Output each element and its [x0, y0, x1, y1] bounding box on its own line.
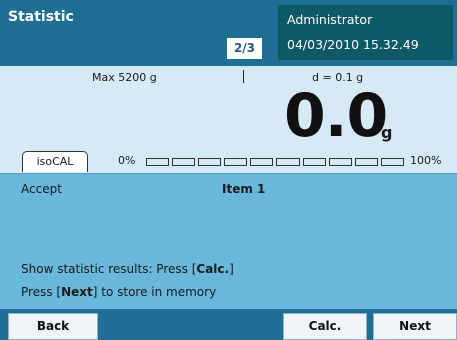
item-label: Item 1 [222, 182, 266, 196]
max-capacity: Max 5200 g [92, 71, 157, 84]
info-panel: Accept Item 1 Show statistic results: Pr… [0, 173, 457, 309]
msg1-prefix: Show statistic results: Press [ [21, 262, 197, 276]
date-time: 04/03/2010 15.32.49 [287, 37, 419, 52]
next-button[interactable]: Next [373, 313, 457, 340]
progress-min-label: 0% [118, 154, 136, 167]
back-button[interactable]: Back [8, 313, 98, 340]
msg1-key: Calc. [196, 262, 230, 276]
header-bar: Statistic 2/3 Administrator 04/03/2010 1… [0, 0, 457, 66]
capacity-bar-segment [380, 158, 404, 166]
capacity-bar-segment [172, 158, 196, 166]
calc-button[interactable]: Calc. [283, 313, 367, 340]
weight-value: 0.0 [284, 81, 388, 151]
instruction-line-1: Show statistic results: Press [Calc.] [21, 262, 234, 276]
capacity-bar-segment [198, 158, 222, 166]
instruction-line-2: Press [Next] to store in memory [21, 285, 216, 299]
capacity-bar-segment [146, 158, 170, 166]
capacity-bar-segment [276, 158, 300, 166]
capacity-bar-segment [328, 158, 352, 166]
capacity-bar-segment [354, 158, 378, 166]
weight-unit: g [381, 123, 393, 142]
progress-max-label: 100% [410, 154, 442, 167]
user-name: Administrator [287, 12, 373, 27]
softkey-bar: Back Calc. Next [0, 309, 457, 340]
user-info-box: Administrator 04/03/2010 15.32.49 [278, 5, 453, 60]
capacity-bar [146, 158, 404, 166]
page-title: Statistic [8, 9, 74, 25]
msg2-suffix: ] to store in memory [92, 285, 217, 299]
msg2-key: Next [61, 285, 93, 299]
isocal-tab[interactable]: isoCAL [22, 151, 88, 172]
msg2-prefix: Press [ [21, 285, 62, 299]
capacity-bar-segment [302, 158, 326, 166]
msg1-suffix: ] [229, 262, 234, 276]
weight-display: Max 5200 g d = 0.1 g 0.0 g isoCAL 0% 100… [0, 66, 457, 173]
capacity-bar-segment [250, 158, 274, 166]
accept-label: Accept [21, 182, 62, 196]
divider [243, 70, 244, 83]
capacity-bar-segment [224, 158, 248, 166]
page-indicator: 2/3 [227, 38, 262, 59]
